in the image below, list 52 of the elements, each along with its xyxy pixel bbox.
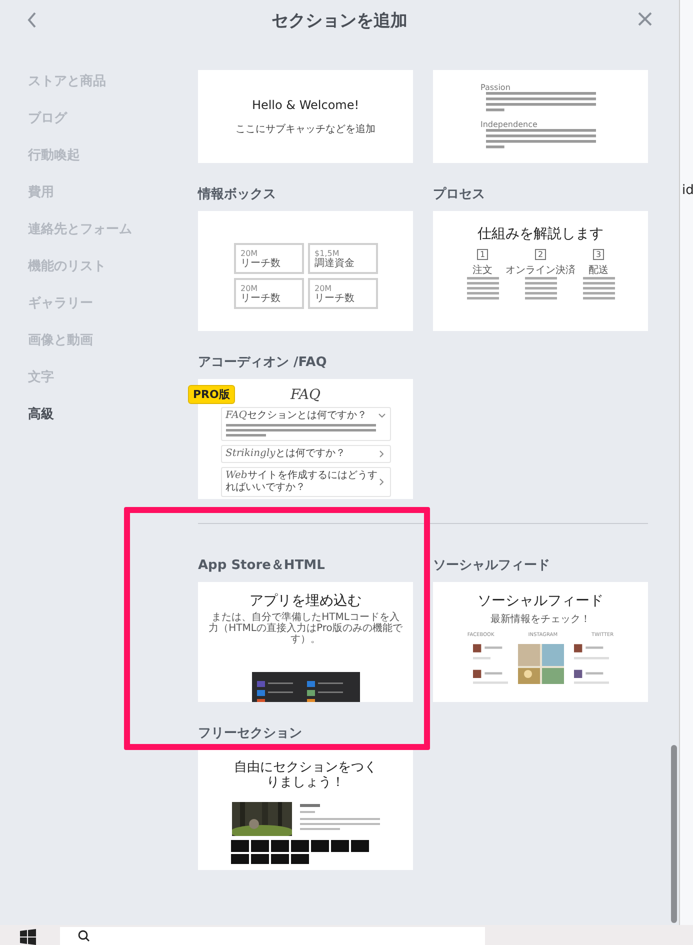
thumb-description: または、自分で準備したHTMLコードを入力（HTMLの直接入力はPro版のみの機能です）。 (208, 612, 404, 645)
pro-badge: PRO版 (188, 385, 235, 404)
dialog-title: セクションを追加 (272, 10, 408, 32)
section-title: ソーシャルフィード (433, 557, 551, 574)
thumb-heading: ソーシャルフィード (478, 592, 604, 610)
template-card[interactable]: 仕組みを解説します 1 注文 2 オンライン決済 3 配送 (433, 211, 648, 331)
template-card[interactable]: 自由にセクションをつくりましょう！ (198, 750, 413, 870)
thumb-heading: 仕組みを解説します (478, 225, 604, 243)
thumb-heading: Hello & Welcome! (252, 98, 360, 112)
section-title: アコーディオン /FAQ (198, 354, 328, 371)
section-title: 情報ボックス (198, 186, 277, 203)
close-icon[interactable] (638, 12, 652, 26)
info-label: リーチ数 (240, 292, 282, 304)
info-value: 20M (314, 284, 333, 292)
template-card[interactable]: 20M リーチ数 $1,5M 調達資金 20M リーチ数 20M リーチ数 (198, 211, 413, 331)
scrollbar-thumb[interactable] (671, 745, 677, 923)
info-value: $1,5M (314, 248, 340, 258)
template-card[interactable]: Hello & Welcome! ここにサブキャッチなどを追加 (198, 70, 413, 163)
category-item[interactable]: 高級 (28, 406, 198, 423)
search-icon (78, 930, 90, 942)
thumb-heading: 自由にセクションをつくりましょう！ (233, 760, 378, 790)
step-label: 配送 (588, 264, 608, 277)
window-text: id (682, 183, 693, 198)
back-icon[interactable] (27, 12, 37, 28)
faq-question: FAQセクションとは何ですか？ (226, 410, 367, 422)
thumb-subheading: ここにサブキャッチなどを追加 (236, 122, 376, 136)
step-label: 注文 (472, 264, 492, 277)
thumb-heading: アプリを埋め込む (250, 592, 362, 610)
step-number: 3 (592, 249, 604, 260)
template-card[interactable]: アプリを埋め込む または、自分で準備したHTMLコードを入力（HTMLの直接入力はPro版のみの機能です）。 (198, 582, 413, 702)
feed-drawing (472, 644, 508, 684)
info-label: リーチ数 (314, 292, 356, 304)
info-label: 調達資金 (314, 258, 356, 268)
search-field[interactable] (60, 927, 485, 945)
info-value: 20M (240, 248, 259, 258)
info-label: リーチ数 (240, 258, 282, 268)
thumb-subheading: 最新情報をチェック！ (490, 612, 590, 626)
step-number: 1 (476, 249, 488, 260)
faq-question: Strikinglyとは何ですか？ (226, 448, 346, 460)
section-title: App Store＆HTML (198, 557, 326, 574)
faq-question: Webサイトを作成するにはどうすればいいですか？ (226, 470, 378, 494)
thumb-heading: FAQ (290, 387, 321, 403)
thumb-heading: Passion (480, 82, 512, 92)
windows-logo-icon[interactable] (20, 929, 36, 945)
section-title: プロセス (433, 186, 486, 203)
section-title: フリーセクション (198, 725, 303, 742)
step-number: 2 (534, 249, 546, 260)
feed-drawing (574, 644, 608, 684)
step-label: オンライン決済 (506, 264, 576, 277)
thumb-heading: Independence (480, 120, 538, 128)
template-card[interactable]: Passion Independence (433, 70, 648, 163)
info-value: 20M (240, 284, 259, 292)
